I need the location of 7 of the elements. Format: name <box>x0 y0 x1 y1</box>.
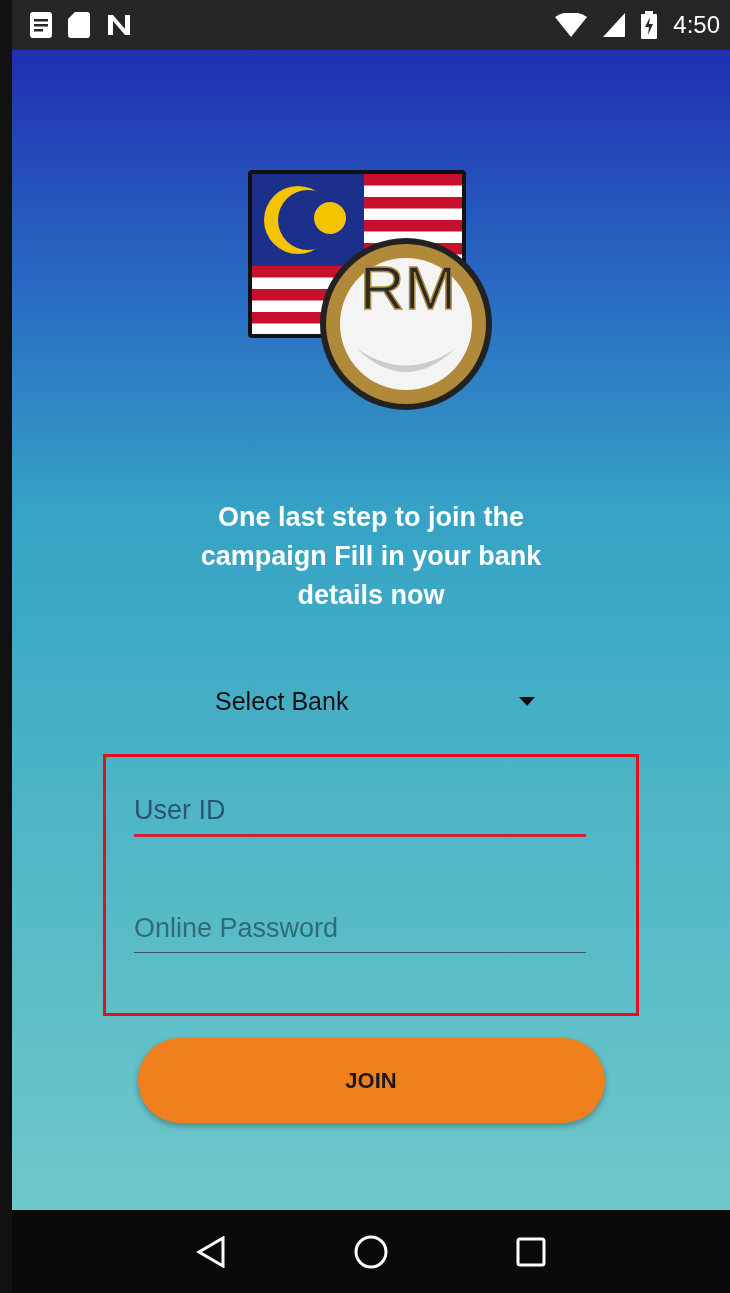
bank-select[interactable]: Select Bank <box>207 687 535 716</box>
input-field[interactable]: Online Password <box>134 907 586 953</box>
join-button[interactable]: JOIN <box>137 1038 605 1123</box>
logo-text: RM <box>359 253 457 323</box>
heading: One last step to join the campaign Fill in your bank details now <box>199 501 543 612</box>
clock-time: 4:50 <box>673 11 720 39</box>
input-field[interactable]: User ID <box>134 789 586 837</box>
